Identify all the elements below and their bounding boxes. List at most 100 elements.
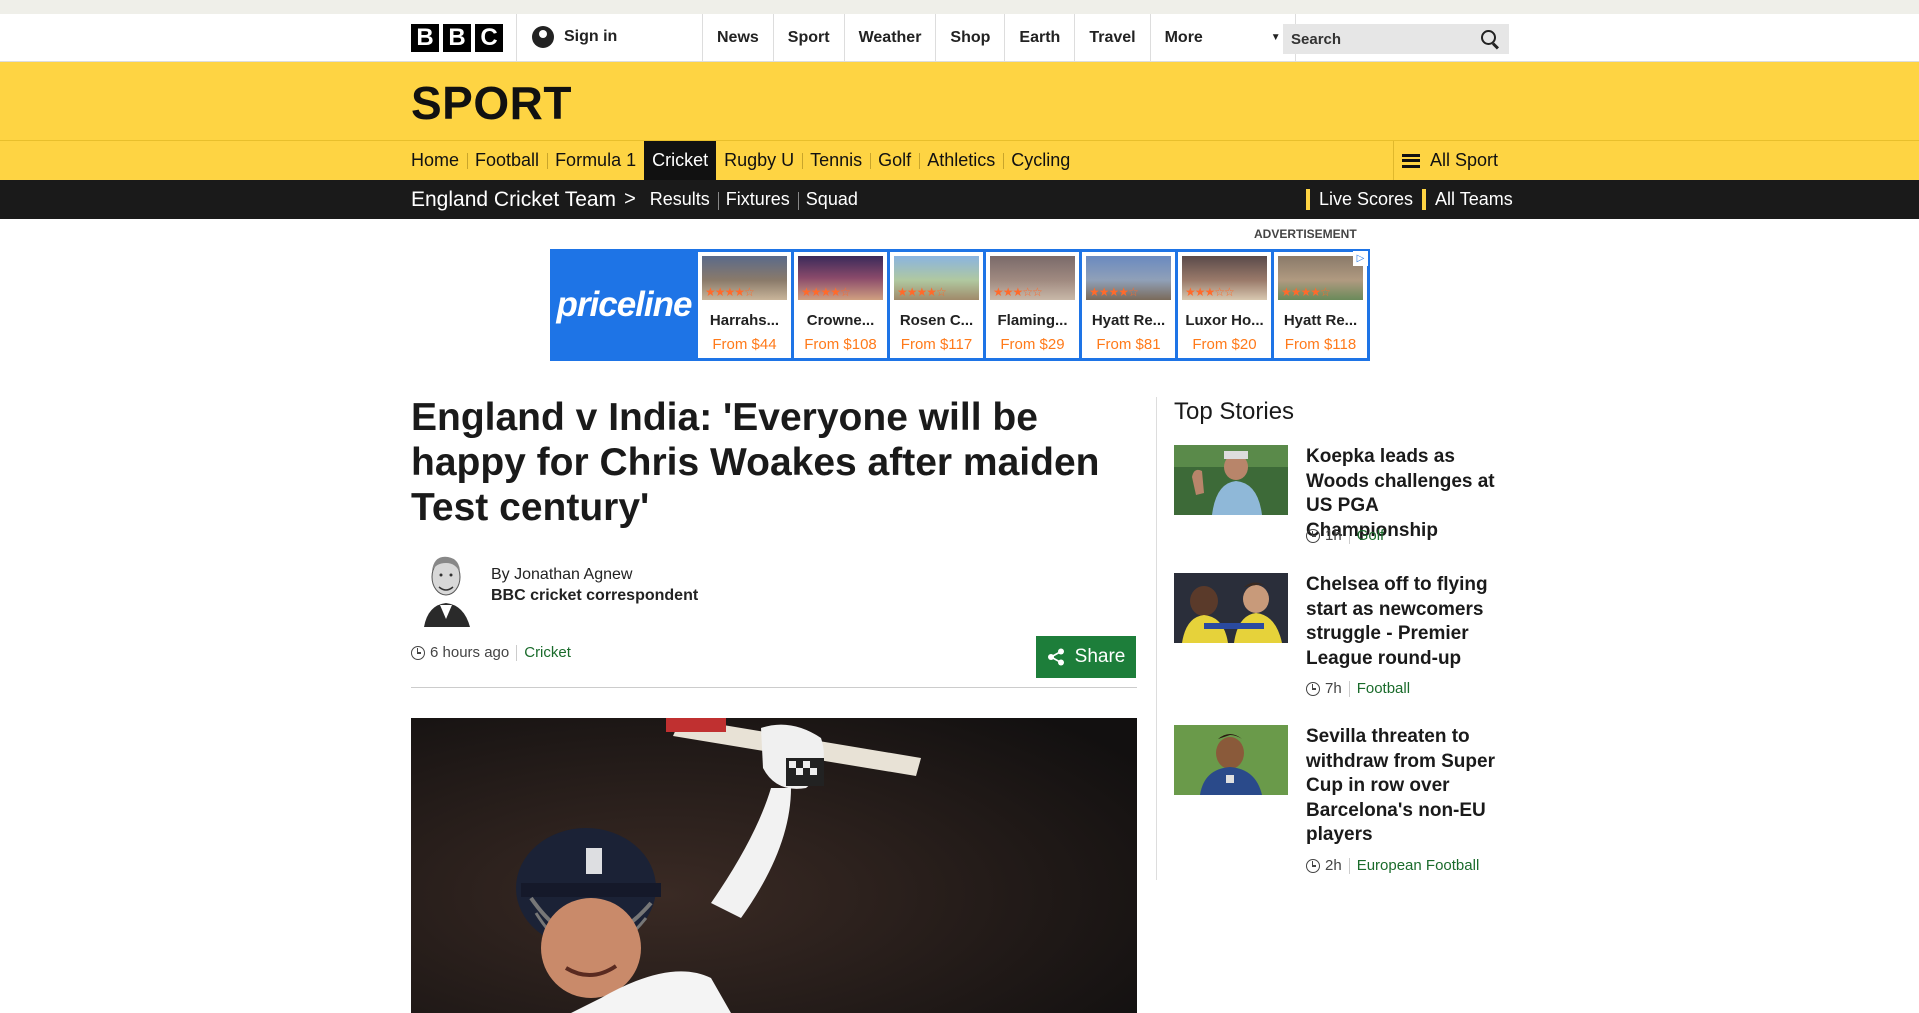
nav-weather[interactable]: Weather [843,14,936,62]
top-story-item[interactable]: Sevilla threaten to withdraw from Super … [1174,725,1514,880]
ad-hotel-card[interactable]: ★★★★☆ Crowne... From $108 [794,252,887,358]
chevron-right-icon: > [624,188,636,210]
nav-earth[interactable]: Earth [1004,14,1074,62]
top-story-item[interactable]: Chelsea off to flying start as newcomers… [1174,573,1514,703]
ad-hotel-card[interactable]: ★★★★☆ Hyatt Re... From $81 [1082,252,1175,358]
divider [1348,527,1350,544]
nav-shop[interactable]: Shop [935,14,1004,62]
story-thumbnail [1174,573,1288,643]
all-sport-menu-button[interactable]: All Sport [1393,141,1498,180]
priceline-ad-banner[interactable]: priceline ★★★★☆ Harrahs... From $44 ★★★★… [550,249,1370,361]
article-hero-image [411,718,1137,1013]
sport-nav-cricket[interactable]: Cricket [644,141,717,180]
story-category-link[interactable]: Football [1357,680,1410,697]
article-timestamp: 6 hours ago [430,644,510,661]
share-icon [1047,648,1064,666]
article-headline: England v India: 'Everyone will be happy… [411,396,1100,529]
priceline-logo[interactable]: priceline [551,250,697,360]
story-meta: 2h European Football [1306,857,1479,874]
story-category-link[interactable]: European Football [1357,857,1480,874]
sport-nav-rugby-union[interactable]: Rugby U [716,141,802,180]
sport-nav-home[interactable]: Home [403,141,467,180]
clock-icon [1306,681,1320,696]
story-time: 1h [1325,527,1342,544]
ad-hotel-card[interactable]: ★★★★☆ Rosen C... From $117 [890,252,983,358]
hotel-name: Crowne... [806,312,875,329]
share-label: Share [1074,646,1126,667]
ad-hotel-card[interactable]: ★★★★☆ Harrahs... From $44 [698,252,791,358]
sign-in-link[interactable]: Sign in [532,26,617,48]
advertisement-label: ADVERTISEMENT [1254,227,1357,241]
star-rating-icon: ★★★★☆ [1089,285,1139,299]
sport-nav-formula-1[interactable]: Formula 1 [547,141,644,180]
top-story-item[interactable]: Koepka leads as Woods challenges at US P… [1174,445,1514,555]
ad-hotel-card[interactable]: ★★★★☆ Hyatt Re... From $118 [1274,252,1367,358]
global-nav-links: News Sport Weather Shop Earth Travel Mor… [702,14,1296,62]
story-category-link[interactable]: Golf [1357,527,1385,544]
divider [516,14,517,62]
team-nav-fixtures[interactable]: Fixtures [717,189,798,210]
team-nav-squad[interactable]: Squad [797,189,866,210]
story-title[interactable]: Sevilla threaten to withdraw from Super … [1306,725,1514,848]
divider [516,644,518,661]
nav-more-label: More [1164,29,1203,46]
hotel-image: ★★★★☆ [1278,256,1363,300]
bbc-logo-letter: C [475,24,503,52]
story-time: 2h [1325,857,1342,874]
bbc-global-nav: B B C Sign in News Sport Weather Shop Ea… [0,14,1919,62]
star-rating-icon: ★★★★☆ [897,285,947,299]
team-nav-bar: England Cricket Team > Results Fixtures … [0,180,1919,219]
author-photo [414,547,478,627]
article-meta: 6 hours ago Cricket [411,644,571,661]
nav-news[interactable]: News [702,14,773,62]
nav-sport[interactable]: Sport [772,14,844,62]
hotel-image: ★★★★☆ [894,256,979,300]
browser-top-strip [0,0,1919,14]
ad-hotel-card[interactable]: ★★★☆☆ Luxor Ho... From $20 [1178,252,1271,358]
ad-hotel-card[interactable]: ★★★☆☆ Flaming... From $29 [986,252,1079,358]
bbc-logo[interactable]: B B C [411,24,503,52]
hotel-image: ★★★★☆ [1086,256,1171,300]
sport-title[interactable]: SPORT [411,76,572,130]
column-divider [1156,397,1157,880]
hotel-image: ★★★★☆ [702,256,787,300]
search-placeholder: Search [1291,30,1342,48]
sport-nav-tennis[interactable]: Tennis [802,141,870,180]
all-teams-link[interactable]: All Teams [1422,189,1522,210]
hotel-name: Luxor Ho... [1185,312,1264,329]
author-name[interactable]: By Jonathan Agnew [491,566,698,584]
live-scores-link[interactable]: Live Scores [1306,189,1422,210]
hotel-name: Flaming... [997,312,1068,329]
top-stories-title: Top Stories [1174,398,1295,425]
nav-more-dropdown[interactable]: More ▼ [1149,14,1296,62]
nav-travel[interactable]: Travel [1074,14,1149,62]
team-title-link[interactable]: England Cricket Team [411,188,616,212]
star-rating-icon: ★★★★☆ [801,285,851,299]
star-rating-icon: ★★★☆☆ [1185,285,1235,299]
share-button[interactable]: Share [1036,636,1136,678]
team-nav-results[interactable]: Results [642,189,718,210]
search-icon[interactable] [1481,30,1499,48]
hotel-image: ★★★☆☆ [1182,256,1267,300]
divider [411,687,1137,688]
star-rating-icon: ★★★☆☆ [993,285,1043,299]
sport-nav-football[interactable]: Football [467,141,547,180]
clock-icon [411,645,425,660]
hotel-image: ★★★☆☆ [990,256,1075,300]
sport-header: SPORT [0,62,1919,140]
sport-nav-golf[interactable]: Golf [870,141,919,180]
story-meta: 1h Golf [1306,527,1384,544]
story-title[interactable]: Chelsea off to flying start as newcomers… [1306,573,1514,671]
chevron-down-icon: ▼ [1270,32,1281,43]
search-input[interactable]: Search [1283,24,1509,54]
user-icon [532,26,554,48]
article-category-link[interactable]: Cricket [524,644,571,661]
hotel-price: From $117 [900,336,973,353]
sport-nav-athletics[interactable]: Athletics [919,141,1003,180]
sport-nav-cycling[interactable]: Cycling [1003,141,1078,180]
hotel-price: From $108 [804,336,877,353]
story-thumbnail [1174,725,1288,795]
sign-in-label: Sign in [564,28,618,45]
adchoices-icon[interactable]: ▷ [1353,251,1368,266]
hamburger-icon [1402,153,1420,168]
